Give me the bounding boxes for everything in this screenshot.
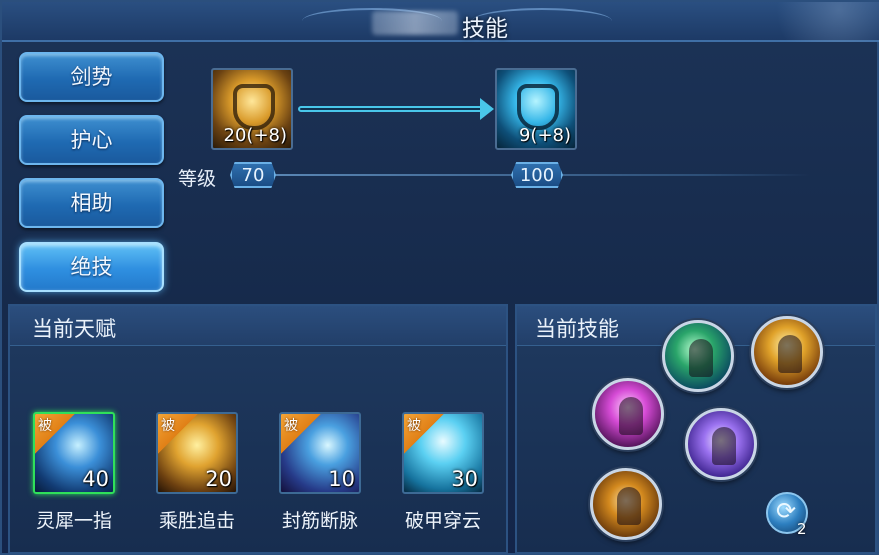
talent-count: 30 [451, 467, 478, 491]
upgrade-arrow-line [298, 106, 484, 112]
talent-count: 40 [82, 467, 109, 491]
talent-name: 乘胜追击 [158, 510, 235, 532]
refresh-icon: ⟳ [776, 497, 797, 525]
talent-icon-lingxi[interactable]: 被 40 [33, 412, 115, 494]
next-skill-icon[interactable]: 9(+8) [495, 68, 577, 150]
talent-count: 20 [205, 467, 232, 491]
amber-open-palm-icon[interactable] [590, 468, 662, 540]
violet-aura-figure-icon[interactable] [685, 408, 757, 480]
current-level-badge: 70 [230, 162, 276, 188]
passive-tag: 被 [404, 414, 444, 454]
talent-name: 封筋断脉 [281, 510, 358, 532]
tab-jueji[interactable]: 绝技 [19, 242, 164, 292]
window-title: 技能 [462, 16, 508, 42]
golden-raised-arms-icon[interactable] [751, 316, 823, 388]
tab-jianshi[interactable]: 剑势 [19, 52, 164, 102]
level-label: 等级 [178, 168, 217, 190]
gold-shield-emblem-icon [233, 84, 275, 130]
talent-section: 当前天赋 被 40 灵犀一指 被 20 乘胜追击 被 10 封筋断脉 被 30 … [8, 304, 508, 554]
green-sword-slash-icon[interactable] [662, 320, 734, 392]
passive-tag: 被 [158, 414, 198, 454]
pink-power-figure-icon[interactable] [592, 378, 664, 450]
talent-section-title: 当前天赋 [32, 317, 116, 341]
refresh-count: 2 [797, 520, 807, 538]
talent-icon-chengsheng[interactable]: 被 20 [156, 412, 238, 494]
current-skill-icon[interactable]: 20(+8) [211, 68, 293, 150]
cyan-shield-emblem-icon [517, 84, 559, 130]
title-corner-decoration [741, 2, 879, 42]
passive-tag: 被 [35, 414, 75, 454]
title-bar: 技能 [2, 2, 879, 42]
title-blurred-label [372, 11, 458, 35]
talent-icon-fengjin[interactable]: 被 10 [279, 412, 361, 494]
current-skill-level: 20(+8) [223, 125, 287, 146]
upgrade-arrow-icon [480, 98, 494, 120]
talent-section-header: 当前天赋 [10, 306, 506, 346]
skills-section-title: 当前技能 [535, 317, 619, 341]
tab-huxin[interactable]: 护心 [19, 115, 164, 165]
next-skill-level: 9(+8) [518, 125, 571, 146]
passive-tag: 被 [281, 414, 321, 454]
next-level-badge: 100 [511, 162, 563, 188]
talent-count: 10 [328, 467, 355, 491]
talent-icon-pojia[interactable]: 被 30 [402, 412, 484, 494]
skill-window: 技能 剑势 护心 相助 绝技 20(+8) 9(+8) 等级 70 100 当前… [0, 0, 879, 555]
tab-xiangzhu[interactable]: 相助 [19, 178, 164, 228]
talent-name: 破甲穿云 [404, 510, 481, 532]
talent-name: 灵犀一指 [35, 510, 112, 532]
